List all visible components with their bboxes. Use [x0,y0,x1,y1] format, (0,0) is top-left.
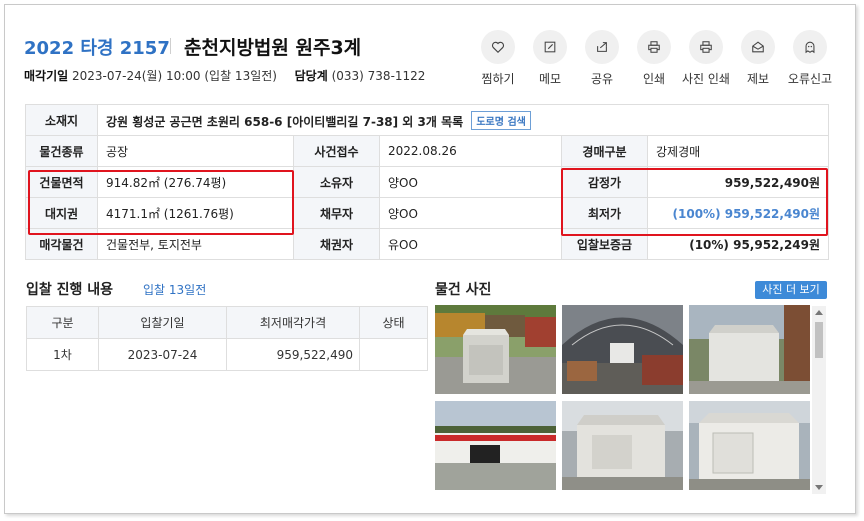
envelope-icon [752,41,764,53]
col-header-status: 상태 [359,306,428,339]
area-highlight-box [28,170,294,235]
printer-icon [700,41,712,53]
address-cell: 강원 횡성군 공근면 초원리 658-6 [아이티밸리길 7-38] 외 3개 … [96,104,830,136]
creditor-value: 유OO [379,228,562,260]
bid-date: 2023-07-24 [98,338,227,371]
property-photo[interactable] [435,305,556,394]
address-label: 소재지 [25,104,98,136]
heart-icon [491,41,505,54]
creditor-label: 채권자 [293,228,380,260]
bidding-days-left: 입찰 13일전 [143,283,207,297]
pencil-icon [544,41,556,53]
bid-min-price: 959,522,490 [226,338,360,371]
bidding-table: 구분 입찰기일 최저매각가격 상태 1차 2023-07-24 959,522,… [26,306,428,371]
scrollbar-thumb[interactable] [815,322,823,358]
like-label: 찜하기 [481,72,515,86]
sale-date-line: 매각기일 2023-07-24(월) 10:00 (입찰 13일전) 담당계 (… [24,67,425,84]
photos-section-title: 물건 사진 [435,282,492,298]
memo-label: 메모 [538,72,562,86]
more-photos-button[interactable]: 사진 더 보기 [755,281,827,299]
sale-date-label: 매각기일 [24,69,69,83]
report-button[interactable]: 제보 [728,30,788,87]
share-icon [597,42,607,52]
table-row: 물건종류 공장 사건접수 2022.08.26 경매구분 강제경매 [25,135,830,167]
type-label: 물건종류 [25,135,98,167]
debtor-value: 양OO [379,197,562,229]
photo-print-button[interactable]: 사진 인쇄 [676,30,736,87]
like-button[interactable]: 찜하기 [468,30,528,87]
photo-print-label: 사진 인쇄 [682,72,730,86]
printer-icon [648,41,660,53]
report-label: 제보 [746,72,770,86]
property-photo[interactable] [689,401,810,490]
photo-scrollbar[interactable] [812,306,826,494]
property-photo[interactable] [562,305,683,394]
dept-label: 담당계 [294,69,328,83]
case-number: 2022 타경 2157 [24,38,170,59]
col-header-date: 입찰기일 [98,306,227,339]
error-report-button[interactable]: 오류신고 [780,30,840,87]
action-toolbar: 찜하기 메모 공유 인쇄 사진 인쇄 제보 오류신고 [470,30,862,90]
property-photo[interactable] [689,305,810,394]
type-value: 공장 [97,135,294,167]
share-button[interactable]: 공유 [572,30,632,87]
owner-label: 소유자 [293,166,380,198]
scroll-down-arrow-icon[interactable] [815,485,823,490]
bidding-section-title: 입찰 진행 내용 [26,282,114,298]
road-name-search-button[interactable]: 도로명 검색 [471,110,531,130]
property-photo[interactable] [562,401,683,490]
memo-button[interactable]: 메모 [520,30,580,87]
sale-date-value: 2023-07-24(월) 10:00 (입찰 13일전) [72,69,277,83]
table-row: 1차 2023-07-24 959,522,490 [26,338,428,371]
scroll-up-arrow-icon[interactable] [815,310,823,315]
bid-round: 1차 [26,338,99,371]
address-value: 강원 횡성군 공근면 초원리 658-6 [아이티밸리길 7-38] 외 3개 … [106,114,464,129]
auction-type-label: 경매구분 [561,135,648,167]
print-button[interactable]: 인쇄 [624,30,684,87]
received-value: 2022.08.26 [379,135,562,167]
ghost-icon [805,41,815,54]
table-header-row: 구분 입찰기일 최저매각가격 상태 [26,306,428,339]
owner-value: 양OO [379,166,562,198]
col-header-round: 구분 [26,306,99,339]
received-label: 사건접수 [293,135,380,167]
share-label: 공유 [590,72,614,86]
debtor-label: 채무자 [293,197,380,229]
price-highlight-box [561,168,828,236]
bid-status [359,338,428,371]
table-row: 소재지 강원 횡성군 공근면 초원리 658-6 [아이티밸리길 7-38] 외… [25,104,830,136]
error-report-label: 오류신고 [787,72,833,86]
print-label: 인쇄 [642,72,666,86]
court-name: 춘천지방법원 원주3계 [184,37,362,59]
title-divider [170,38,171,54]
col-header-min-price: 최저매각가격 [226,306,360,339]
auction-type-value: 강제경매 [646,135,830,167]
dept-phone: (033) 738-1122 [331,69,426,83]
property-photo[interactable] [435,401,556,490]
